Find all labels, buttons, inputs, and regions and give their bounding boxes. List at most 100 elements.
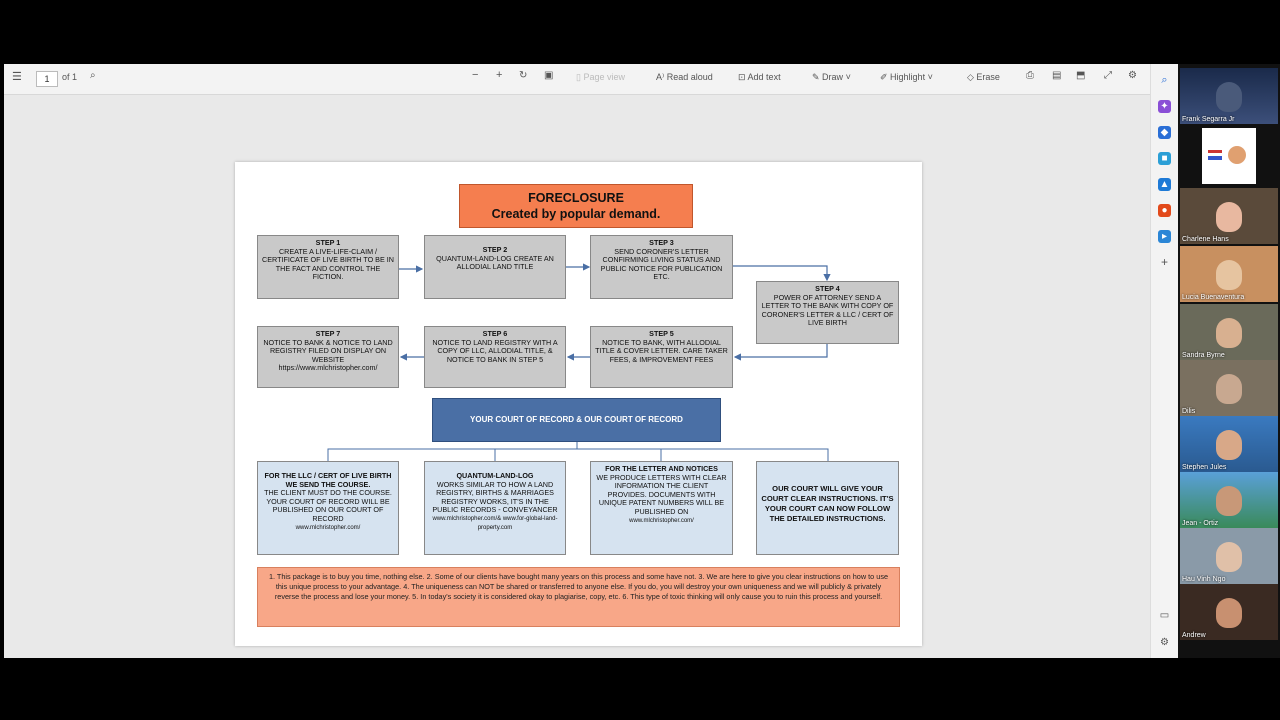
add-text-button[interactable]: ⊡ Add text: [738, 72, 781, 83]
expand-icon[interactable]: ⤢: [1104, 70, 1112, 81]
sidebar-toggle-icon[interactable]: ▭: [1158, 609, 1171, 622]
participant-tile[interactable]: Jean - Ortiz: [1180, 472, 1278, 528]
pdf-viewer: ☰ 1 of 1 ⌕ − + ↻ ▣ ▯ Page view A⁾ Read a…: [4, 64, 1150, 658]
step-7-body: NOTICE TO BANK & NOTICE TO LAND REGISTRY…: [263, 337, 393, 373]
participant-name: Jean - Ortiz: [1182, 520, 1219, 527]
tools-icon[interactable]: ■: [1158, 152, 1171, 165]
office-icon[interactable]: ▲: [1158, 178, 1171, 191]
court-instructions-box: OUR COURT WILL GIVE YOUR COURT CLEAR INS…: [756, 461, 899, 555]
step-4-box: STEP 4 POWER OF ATTORNEY SEND A LETTER T…: [756, 281, 899, 344]
fit-page-icon[interactable]: ▣: [544, 70, 553, 81]
step-5-box: STEP 5 NOTICE TO BANK, WITH ALLODIAL TIT…: [590, 326, 733, 388]
page-view-button[interactable]: ▯ Page view: [576, 72, 625, 83]
step-6-box: STEP 6 NOTICE TO LAND REGISTRY WITH A CO…: [424, 326, 566, 388]
step-2-box: STEP 2 QUANTUM-LAND-LOG CREATE AN ALLODI…: [424, 235, 566, 299]
step-1-body: CREATE A LIVE-LIFE-CLAIM / CERTIFICATE O…: [262, 246, 394, 282]
browser-sidebar: ⌕ ✦ ◆ ■ ▲ ● ▸ + ▭ ⚙: [1150, 64, 1179, 658]
draw-label: Draw: [822, 72, 844, 82]
pdf-toolbar: ☰ 1 of 1 ⌕ − + ↻ ▣ ▯ Page view A⁾ Read a…: [4, 64, 1150, 95]
llc-course-body: THE CLIENT MUST DO THE COURSE. YOUR COUR…: [264, 488, 392, 523]
court-instructions-heading: OUR COURT WILL GIVE YOUR COURT CLEAR INS…: [761, 484, 894, 523]
llc-course-heading: FOR THE LLC / CERT OF LIVE BIRTH WE SEND…: [264, 471, 392, 489]
step-7-box: STEP 7 NOTICE TO BANK & NOTICE TO LAND R…: [257, 326, 399, 388]
avatar: [1216, 82, 1242, 112]
copilot-icon[interactable]: ✦: [1158, 100, 1171, 113]
participant-name: Hau Vinh Ngo: [1182, 576, 1226, 583]
print-icon[interactable]: ⎙: [1026, 70, 1034, 81]
avatar: [1216, 374, 1242, 404]
avatar: [1216, 598, 1242, 628]
participant-tile[interactable]: [1202, 128, 1256, 184]
add-icon[interactable]: +: [1158, 256, 1171, 269]
draw-button[interactable]: ✎ Draw ˅: [812, 72, 851, 83]
read-aloud-button[interactable]: A⁾ Read aloud: [656, 72, 713, 83]
step-1-box: STEP 1 CREATE A LIVE-LIFE-CLAIM / CERTIF…: [257, 235, 399, 299]
contents-icon[interactable]: ☰: [12, 70, 22, 83]
participant-tile[interactable]: Dilis: [1180, 360, 1278, 416]
settings-icon[interactable]: ⚙: [1128, 70, 1137, 81]
page-total: of 1: [62, 72, 78, 82]
save-icon[interactable]: ▤: [1052, 70, 1061, 81]
avatar: [1216, 318, 1242, 348]
quantum-land-log-link[interactable]: www.mlchristopher.com/& www.for-global-l…: [429, 515, 561, 532]
participant-name: Stephen Jules: [1182, 464, 1227, 471]
step-4-body: POWER OF ATTORNEY SEND A LETTER TO THE B…: [761, 292, 894, 328]
letters-notices-box: FOR THE LETTER AND NOTICES WE PRODUCE LE…: [590, 461, 733, 555]
flag-icon: [1208, 150, 1222, 160]
avatar: [1216, 430, 1242, 460]
participants-panel: Frank Segarra Jr Charlene Hans Lucia Bue…: [1178, 64, 1280, 658]
participant-name: Frank Segarra Jr: [1182, 116, 1235, 123]
avatar: [1216, 542, 1242, 572]
avatar: [1228, 146, 1246, 164]
avatar: [1216, 260, 1242, 290]
participant-name: Charlene Hans: [1182, 236, 1229, 243]
step-6-body: NOTICE TO LAND REGISTRY WITH A COPY OF L…: [432, 337, 558, 364]
participant-tile[interactable]: Hau Vinh Ngo: [1180, 528, 1278, 584]
llc-course-link[interactable]: www.mlchristopher.com/: [262, 524, 394, 533]
search-icon[interactable]: ⌕: [1158, 74, 1171, 87]
outlook-icon[interactable]: ●: [1158, 204, 1171, 217]
rotate-icon[interactable]: ↻: [519, 70, 527, 81]
step-3-box: STEP 3 SEND CORONER'S LETTER CONFIRMING …: [590, 235, 733, 299]
read-aloud-label: Read aloud: [666, 72, 713, 82]
participant-name: Andrew: [1182, 632, 1206, 639]
erase-button[interactable]: ◇ Erase: [967, 72, 1000, 83]
page-number-input[interactable]: 1: [36, 71, 58, 87]
court-of-record-box: YOUR COURT OF RECORD & OUR COURT OF RECO…: [432, 398, 721, 442]
search-icon[interactable]: ⌕: [90, 70, 96, 81]
title-line-1: FORECLOSURE: [528, 191, 624, 205]
quantum-land-log-body: WORKS SIMILAR TO HOW A LAND REGISTRY, BI…: [432, 479, 558, 515]
participant-tile[interactable]: Andrew: [1180, 584, 1278, 640]
pdf-page: FORECLOSURE Created by popular demand. S…: [235, 162, 922, 646]
tag-icon[interactable]: ◆: [1158, 126, 1171, 139]
participant-name: Sandra Byrne: [1182, 352, 1225, 359]
participant-tile[interactable]: Stephen Jules: [1180, 416, 1278, 472]
step-2-body: QUANTUM-LAND-LOG CREATE AN ALLODIAL LAND…: [436, 253, 554, 272]
page-view-label: Page view: [583, 72, 625, 82]
title-line-2: Created by popular demand.: [491, 207, 661, 221]
letters-notices-link[interactable]: www.mlchristopher.com/: [595, 517, 728, 526]
participant-name: Lucia Buenaventura: [1182, 294, 1245, 301]
zoom-in-icon[interactable]: +: [496, 69, 502, 81]
disclaimer-box: 1. This package is to buy you time, noth…: [257, 567, 900, 627]
highlight-label: Highlight: [890, 72, 926, 82]
quantum-land-log-box: QUANTUM-LAND-LOG WORKS SIMILAR TO HOW A …: [424, 461, 566, 555]
zoom-out-icon[interactable]: −: [472, 69, 478, 81]
participant-tile[interactable]: Charlene Hans: [1180, 188, 1278, 244]
save-as-icon[interactable]: ⬒: [1076, 70, 1085, 81]
participant-tile[interactable]: Frank Segarra Jr: [1180, 68, 1278, 124]
foreclosure-title: FORECLOSURE Created by popular demand.: [459, 184, 693, 228]
participant-name: Dilis: [1182, 408, 1196, 415]
send-icon[interactable]: ▸: [1158, 230, 1171, 243]
participant-tile[interactable]: Sandra Byrne: [1180, 304, 1278, 360]
avatar: [1216, 202, 1242, 232]
erase-label: Erase: [976, 72, 1000, 82]
step-3-body: SEND CORONER'S LETTER CONFIRMING LIVING …: [600, 246, 723, 282]
avatar: [1216, 486, 1242, 516]
letters-notices-body: WE PRODUCE LETTERS WITH CLEAR INFORMATIO…: [596, 472, 727, 516]
participant-tile[interactable]: Lucia Buenaventura: [1180, 246, 1278, 302]
step-5-body: NOTICE TO BANK, WITH ALLODIAL TITLE & CO…: [595, 337, 728, 364]
highlight-button[interactable]: ✐ Highlight ˅: [880, 72, 933, 83]
llc-course-box: FOR THE LLC / CERT OF LIVE BIRTH WE SEND…: [257, 461, 399, 555]
gear-icon[interactable]: ⚙: [1158, 636, 1171, 649]
